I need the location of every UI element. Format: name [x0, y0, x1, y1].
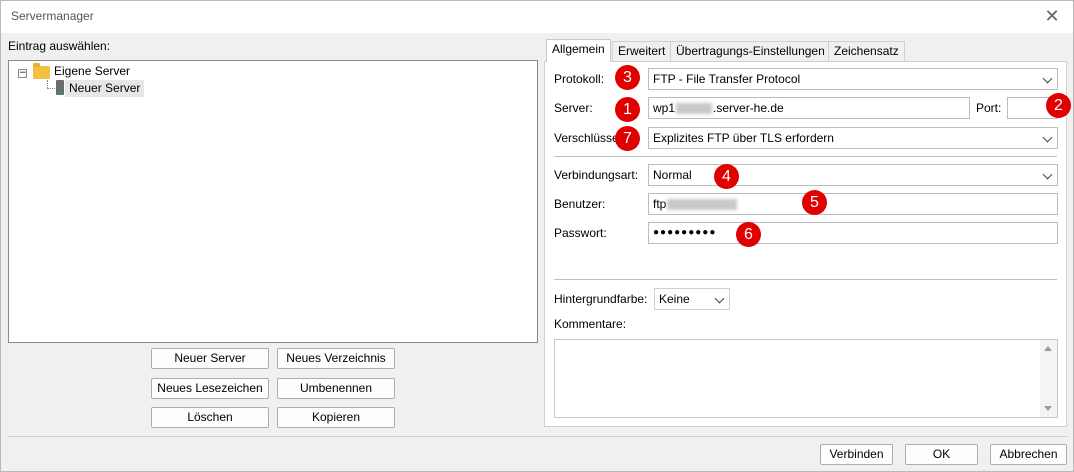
tab-general[interactable]: Allgemein: [546, 39, 611, 62]
folder-icon: [33, 63, 50, 79]
scroll-up-icon[interactable]: [1044, 346, 1052, 351]
servermanager-dialog: Servermanager ✕ Eintrag auswählen: − Eig…: [0, 0, 1074, 472]
collapse-icon[interactable]: −: [18, 69, 27, 78]
server-input[interactable]: wp1 .server-he.de: [648, 97, 970, 119]
window-title: Servermanager: [11, 9, 94, 23]
annotation-badge-3: 3: [615, 65, 640, 90]
redacted-text: [676, 103, 713, 115]
cancel-button[interactable]: Abbrechen: [990, 444, 1067, 465]
annotation-badge-4: 4: [714, 164, 739, 189]
divider: [554, 156, 1057, 157]
user-input[interactable]: ftp: [648, 193, 1058, 215]
server-label: Server:: [554, 101, 593, 115]
bg-color-value: Keine: [659, 292, 690, 306]
logon-type-label: Verbindungsart:: [554, 168, 639, 182]
protocol-value: FTP - File Transfer Protocol: [653, 72, 801, 86]
protocol-label: Protokoll:: [554, 72, 605, 86]
copy-button[interactable]: Kopieren: [277, 407, 395, 428]
annotation-badge-6: 6: [736, 222, 761, 247]
rename-button[interactable]: Umbenennen: [277, 378, 395, 399]
logon-type-select[interactable]: Normal: [648, 164, 1058, 186]
tab-charset[interactable]: Zeichensatz: [828, 41, 905, 61]
bg-color-select[interactable]: Keine: [654, 288, 730, 310]
connect-button[interactable]: Verbinden: [820, 444, 893, 465]
tree-item-new-server[interactable]: Neuer Server: [65, 80, 145, 97]
tree-connector: [47, 88, 55, 89]
new-server-button[interactable]: Neuer Server: [151, 348, 269, 369]
annotation-badge-2: 2: [1046, 93, 1071, 118]
protocol-select[interactable]: FTP - File Transfer Protocol: [648, 68, 1058, 90]
encryption-select[interactable]: Explizites FTP über TLS erfordern: [648, 127, 1058, 149]
password-input[interactable]: ●●●●●●●●●: [648, 222, 1058, 244]
bg-color-label: Hintergrundfarbe:: [554, 292, 648, 306]
new-bookmark-button[interactable]: Neues Lesezeichen: [151, 378, 269, 399]
user-prefix: ftp: [653, 197, 667, 211]
comments-textarea[interactable]: [554, 339, 1058, 418]
comments-label: Kommentare:: [554, 317, 627, 331]
tab-advanced[interactable]: Erweitert: [612, 41, 672, 61]
tab-transfer-settings[interactable]: Übertragungs-Einstellungen: [670, 41, 831, 61]
tree-connector: [47, 80, 48, 88]
server-tree[interactable]: − Eigene Server Neuer Server: [8, 60, 538, 343]
new-folder-button[interactable]: Neues Verzeichnis: [277, 348, 395, 369]
title-bar: Servermanager ✕: [1, 1, 1073, 33]
encryption-label: Verschlüssel: [554, 131, 622, 145]
divider: [554, 279, 1057, 280]
password-value: ●●●●●●●●●: [653, 227, 717, 238]
annotation-badge-5: 5: [802, 190, 827, 215]
redacted-text: [667, 199, 738, 211]
scroll-down-icon[interactable]: [1044, 406, 1052, 411]
ok-button[interactable]: OK: [905, 444, 978, 465]
encryption-value: Explizites FTP über TLS erfordern: [653, 131, 834, 145]
annotation-badge-1: 1: [615, 97, 640, 122]
select-entry-label: Eintrag auswählen:: [8, 39, 111, 53]
footer-divider: [8, 436, 1067, 437]
close-icon[interactable]: ✕: [1039, 5, 1065, 27]
tree-item-own-servers[interactable]: Eigene Server: [54, 64, 130, 78]
comments-scrollbar[interactable]: [1040, 340, 1057, 417]
port-label: Port:: [976, 101, 1002, 115]
server-icon: [56, 80, 64, 95]
annotation-badge-7: 7: [615, 126, 640, 151]
delete-button[interactable]: Löschen: [151, 407, 269, 428]
logon-type-value: Normal: [653, 168, 692, 182]
password-label: Passwort:: [554, 226, 607, 240]
server-prefix: wp1: [653, 101, 676, 115]
user-label: Benutzer:: [554, 197, 606, 211]
server-suffix: .server-he.de: [713, 101, 784, 115]
